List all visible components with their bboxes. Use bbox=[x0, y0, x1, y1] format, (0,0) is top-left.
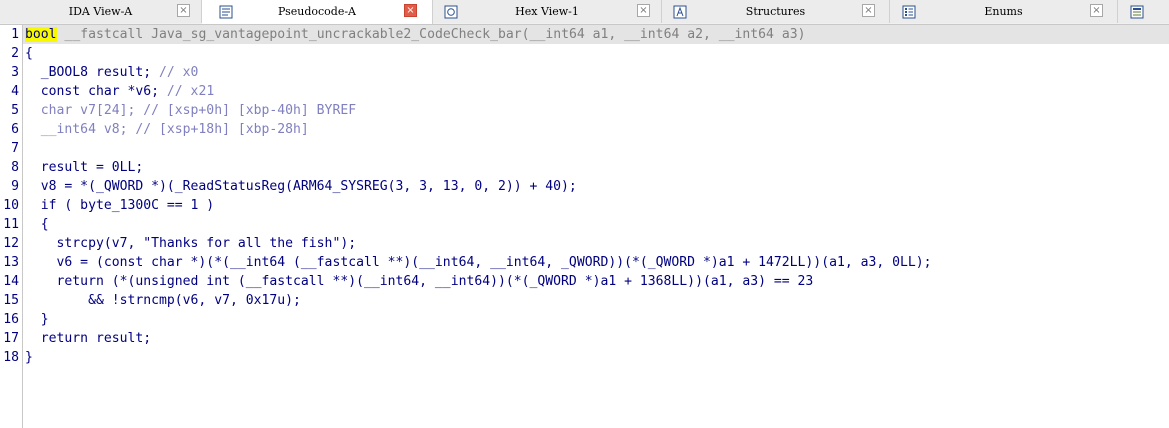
code-line-12[interactable]: strcpy(v7, "Thanks for all the fish"); bbox=[25, 234, 357, 253]
tab-bar: IDA View-A × Pseudocode-A × Hex View-1 ×… bbox=[0, 0, 1169, 25]
tab-enums[interactable]: Enums × bbox=[890, 0, 1118, 23]
code-line-6[interactable]: __int64 v8; // [xsp+18h] [xbp-28h] bbox=[25, 120, 309, 139]
calling-convention[interactable]: __fastcall bbox=[57, 27, 152, 42]
code-line-18[interactable]: } bbox=[25, 348, 33, 367]
line-number: 16 bbox=[3, 312, 19, 327]
code-comment[interactable]: // x21 bbox=[167, 84, 214, 99]
line-number: 8 bbox=[11, 160, 19, 175]
code-line-2[interactable]: { bbox=[25, 44, 33, 63]
code-line-15[interactable]: && !strncmp(v6, v7, 0x17u); bbox=[25, 291, 301, 310]
tab-label: IDA View-A bbox=[68, 5, 133, 18]
line-number: 14 bbox=[3, 274, 19, 289]
tab-ida-view-a[interactable]: IDA View-A × bbox=[0, 0, 202, 23]
function-args[interactable]: (__int64 a1, __int64 a2, __int64 a3) bbox=[522, 27, 806, 42]
close-icon[interactable]: × bbox=[1090, 4, 1103, 17]
gutter-divider bbox=[22, 25, 23, 428]
code-line-14[interactable]: return (*(unsigned int (__fastcall **)(_… bbox=[25, 272, 814, 291]
line-number: 15 bbox=[3, 293, 19, 308]
code-line-8[interactable]: result = 0LL; bbox=[25, 158, 143, 177]
close-icon[interactable]: × bbox=[177, 4, 190, 17]
line-number: 17 bbox=[3, 331, 19, 346]
imports-icon bbox=[1130, 4, 1144, 19]
code-line-10[interactable]: if ( byte_1300C == 1 ) bbox=[25, 196, 214, 215]
line-number: 11 bbox=[3, 217, 19, 232]
code-line-17[interactable]: return result; bbox=[25, 329, 151, 348]
line-number: 4 bbox=[11, 84, 19, 99]
code-text[interactable]: const char *v6; bbox=[25, 84, 167, 99]
tab-label: Structures bbox=[745, 5, 806, 18]
line-number: 6 bbox=[11, 122, 19, 137]
tab-label: Pseudocode-A bbox=[277, 5, 356, 18]
close-icon[interactable]: × bbox=[862, 4, 875, 17]
line-number: 9 bbox=[11, 179, 19, 194]
tab-label: Enums bbox=[984, 5, 1023, 18]
line-number: 13 bbox=[3, 255, 19, 270]
line-number: 1 bbox=[11, 27, 19, 42]
return-type-keyword[interactable]: bool bbox=[25, 27, 57, 42]
code-line-5[interactable]: char v7[24]; // [xsp+0h] [xbp-40h] BYREF bbox=[25, 101, 356, 120]
tab-label: Hex View-1 bbox=[515, 5, 579, 18]
code-line-13[interactable]: v6 = (const char *)(*(__int64 (__fastcal… bbox=[25, 253, 932, 272]
line-number: 7 bbox=[11, 141, 19, 156]
close-icon[interactable]: × bbox=[404, 4, 417, 17]
line-number: 3 bbox=[11, 65, 19, 80]
tab-pseudocode-a[interactable]: Pseudocode-A × bbox=[202, 0, 433, 24]
line-number: 12 bbox=[3, 236, 19, 251]
line-number-gutter: 1 2 3 4 5 6 7 8 9 10 11 12 13 14 15 16 1… bbox=[0, 25, 22, 428]
code-line-3[interactable]: _BOOL8 result; // x0 bbox=[25, 63, 199, 82]
code-comment[interactable]: // x0 bbox=[159, 65, 198, 80]
code-line-11[interactable]: { bbox=[25, 215, 49, 234]
line-number: 18 bbox=[3, 350, 19, 365]
tab-structures[interactable]: Structures × bbox=[662, 0, 890, 23]
code-line-9[interactable]: v8 = *(_QWORD *)(_ReadStatusReg(ARM64_SY… bbox=[25, 177, 577, 196]
code-line-1[interactable]: bool __fastcall Java_sg_vantagepoint_unc… bbox=[25, 25, 805, 44]
code-text[interactable]: _BOOL8 result; bbox=[25, 65, 159, 80]
close-icon[interactable]: × bbox=[637, 4, 650, 17]
code-line-16[interactable]: } bbox=[25, 310, 49, 329]
line-number: 5 bbox=[11, 103, 19, 118]
line-number: 2 bbox=[11, 46, 19, 61]
tab-imports[interactable] bbox=[1118, 0, 1169, 23]
tab-hex-view-1[interactable]: Hex View-1 × bbox=[433, 0, 662, 23]
code-line-4[interactable]: const char *v6; // x21 bbox=[25, 82, 214, 101]
function-name[interactable]: Java_sg_vantagepoint_uncrackable2_CodeCh… bbox=[151, 27, 522, 42]
line-number: 10 bbox=[3, 198, 19, 213]
pseudocode-editor[interactable]: 1 2 3 4 5 6 7 8 9 10 11 12 13 14 15 16 1… bbox=[0, 25, 1169, 428]
